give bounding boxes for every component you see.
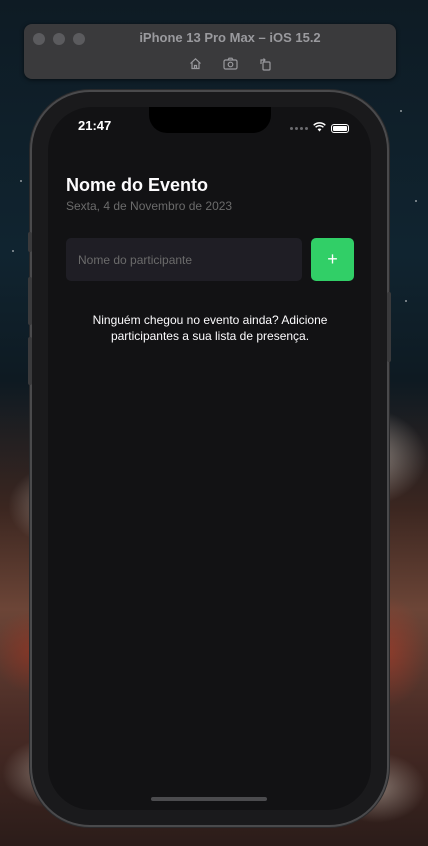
home-indicator[interactable] (151, 797, 267, 801)
notch (149, 107, 271, 133)
screenshot-icon[interactable] (222, 55, 239, 72)
phone-frame: 21:47 Nome do Evento Sexta, 4 de Novembr… (28, 92, 391, 825)
add-participant-form: + (66, 238, 354, 281)
battery-icon (331, 123, 349, 133)
event-date: Sexta, 4 de Novembro de 2023 (66, 199, 233, 213)
event-title: Nome do Evento (66, 175, 209, 195)
status-time: 21:47 (78, 118, 112, 133)
signal-dots-icon (290, 126, 308, 130)
empty-list-message: Ninguém chegou no evento ainda? Adicione… (92, 313, 328, 343)
volume-down-button (28, 337, 32, 385)
home-icon[interactable] (187, 55, 204, 72)
volume-up-button (28, 277, 32, 325)
simulator-title-bar: iPhone 13 Pro Max – iOS 15.2 (24, 24, 396, 79)
mute-switch (28, 232, 32, 252)
add-participant-button[interactable]: + (311, 238, 354, 281)
status-icons (290, 119, 349, 137)
simulator-toolbar (24, 55, 396, 72)
participant-name-input[interactable] (66, 238, 302, 281)
simulator-title: iPhone 13 Pro Max – iOS 15.2 (139, 30, 321, 45)
rotate-icon[interactable] (257, 55, 274, 72)
wifi-icon (313, 119, 326, 137)
app-screen: 21:47 Nome do Evento Sexta, 4 de Novembr… (48, 107, 371, 810)
power-button (387, 292, 391, 362)
